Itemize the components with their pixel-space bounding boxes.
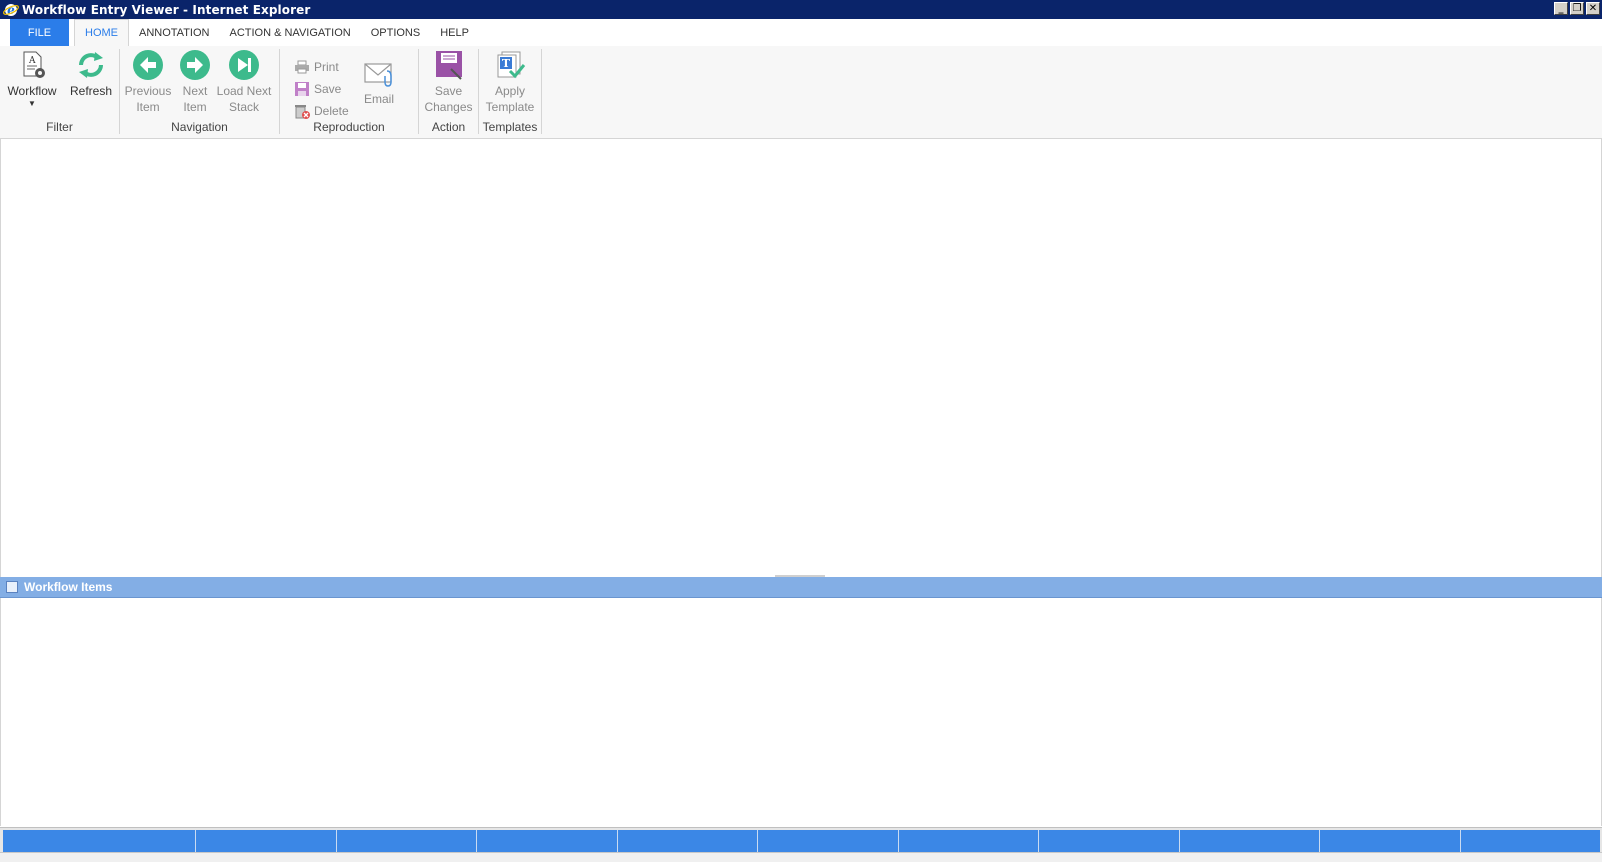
apply-template-label-2: Template <box>485 100 535 114</box>
close-button[interactable]: ✕ <box>1586 2 1600 15</box>
filter-group: A Workflow ▼ Refresh Filter <box>0 49 120 134</box>
window-title: Workflow Entry Viewer - Internet Explore… <box>22 2 311 17</box>
ribbon: A Workflow ▼ Refresh Filter Previous Ite… <box>0 46 1602 139</box>
status-cell <box>196 830 337 852</box>
load-next-stack-button[interactable]: Load Next Stack <box>216 49 272 115</box>
navigation-group-label: Navigation <box>171 120 228 134</box>
tab-file[interactable]: FILE <box>10 19 69 46</box>
templates-group-label: Templates <box>482 120 538 134</box>
load-next-stack-label-2: Stack <box>228 100 259 114</box>
save-button[interactable]: Save <box>294 81 341 97</box>
document-viewer-area[interactable] <box>0 139 1602 577</box>
ribbon-tabs: FILE HOME ANNOTATION ACTION & NAVIGATION… <box>0 19 1602 47</box>
tab-help[interactable]: HELP <box>430 19 479 46</box>
status-cell <box>1179 830 1320 852</box>
dropdown-arrow-icon: ▼ <box>28 99 36 108</box>
apply-template-button[interactable]: T Apply Template <box>481 49 539 115</box>
status-cell <box>3 830 196 852</box>
reproduction-group-label: Reproduction <box>313 120 385 134</box>
status-bar <box>0 827 1602 853</box>
printer-icon <box>295 60 309 74</box>
next-item-label-2: Item <box>183 100 207 114</box>
delete-label: Delete <box>314 104 349 118</box>
workflow-button[interactable]: A Workflow ▼ <box>4 49 60 109</box>
delete-button[interactable]: Delete <box>294 103 349 119</box>
print-button[interactable]: Print <box>294 59 339 75</box>
skip-next-icon <box>229 50 259 80</box>
navigation-group: Previous Item Next Item Load Next Stack … <box>120 49 280 134</box>
status-cell <box>477 830 618 852</box>
reproduction-group: Print Save Delete Email Reproduction <box>280 49 419 134</box>
apply-template-icon: T <box>497 51 526 79</box>
status-cell <box>617 830 758 852</box>
svg-text:A: A <box>28 56 36 66</box>
pin-icon[interactable] <box>6 581 18 593</box>
status-cell <box>336 830 477 852</box>
action-group-label: Action <box>431 120 466 134</box>
minimize-button[interactable]: _ <box>1554 2 1568 15</box>
save-label: Save <box>314 82 342 96</box>
save-changes-button[interactable]: Save Changes <box>421 49 476 115</box>
save-changes-label-1: Save <box>434 84 463 98</box>
tab-action-navigation[interactable]: ACTION & NAVIGATION <box>219 19 360 46</box>
previous-item-button[interactable]: Previous Item <box>124 49 172 115</box>
workflow-label: Workflow <box>7 84 57 98</box>
workflow-settings-icon: A <box>23 51 45 78</box>
status-cell <box>758 830 899 852</box>
previous-item-label-2: Item <box>136 100 160 114</box>
action-group: Save Changes Action <box>419 49 479 134</box>
email-envelope-icon <box>364 63 392 87</box>
next-item-label-1: Next <box>182 84 208 98</box>
refresh-label: Refresh <box>69 84 113 98</box>
floppy-disk-icon <box>295 82 309 96</box>
delete-icon <box>295 105 310 119</box>
internet-explorer-icon: e <box>3 3 19 17</box>
svg-text:T: T <box>502 57 511 70</box>
tab-home[interactable]: HOME <box>74 19 129 47</box>
status-cell <box>1039 830 1180 852</box>
email-label: Email <box>363 92 394 106</box>
refresh-button[interactable]: Refresh <box>66 49 116 99</box>
email-button[interactable]: Email <box>358 57 400 107</box>
title-bar: e Workflow Entry Viewer - Internet Explo… <box>0 0 1602 19</box>
arrow-left-icon <box>133 50 163 80</box>
next-item-button[interactable]: Next Item <box>175 49 215 115</box>
save-changes-icon <box>435 51 462 80</box>
save-changes-label-2: Changes <box>424 100 473 114</box>
tab-annotation[interactable]: ANNOTATION <box>129 19 219 46</box>
refresh-icon <box>79 52 103 78</box>
workflow-items-title: Workflow Items <box>24 580 113 594</box>
workflow-items-list[interactable] <box>0 598 1602 826</box>
apply-template-label-1: Apply <box>494 84 526 98</box>
workflow-items-header: Workflow Items <box>0 577 1602 598</box>
status-cell <box>1320 830 1461 852</box>
status-cell <box>1460 830 1600 852</box>
tab-options[interactable]: OPTIONS <box>361 19 431 46</box>
previous-item-label-1: Previous <box>124 84 172 98</box>
filter-group-label: Filter <box>46 120 73 134</box>
load-next-stack-label-1: Load Next <box>216 84 272 98</box>
restore-button[interactable]: ❐ <box>1570 2 1584 15</box>
status-cell <box>898 830 1039 852</box>
templates-group: T Apply Template Templates <box>479 49 542 134</box>
arrow-right-icon <box>180 50 210 80</box>
print-label: Print <box>314 60 339 74</box>
